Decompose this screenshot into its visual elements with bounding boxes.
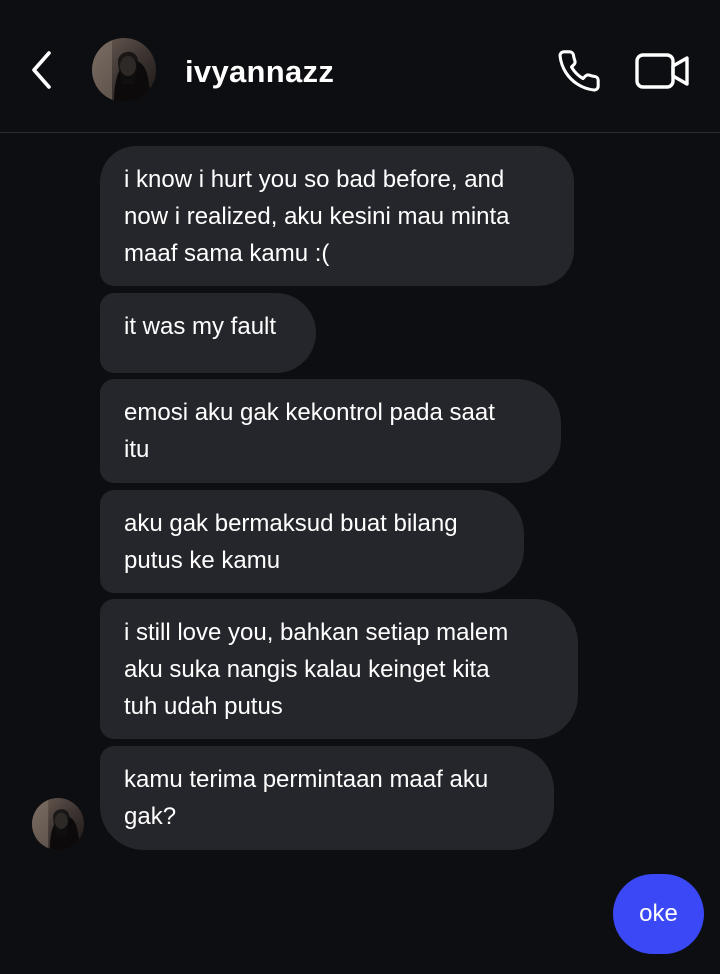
back-button[interactable] [22, 48, 62, 92]
sender-avatar[interactable] [32, 798, 84, 850]
avatar-photo [32, 798, 84, 850]
video-call-button[interactable] [630, 46, 694, 96]
message-line: aku gak bermaksud buat bilang [124, 510, 458, 537]
received-message[interactable]: kamu terima permintaan maaf aku gak? [100, 746, 554, 850]
message-line: gak? [124, 803, 177, 830]
video-camera-icon [635, 53, 689, 89]
message-line: tuh udah putus [124, 693, 283, 720]
message-line: now i realized, aku kesini mau minta [124, 203, 510, 230]
chat-header: ivyannazz [0, 0, 720, 133]
message-line: i know i hurt you so bad before, and [124, 166, 505, 193]
chat-username[interactable]: ivyannazz [185, 52, 334, 92]
call-button[interactable] [552, 46, 606, 96]
sent-message[interactable]: oke [613, 874, 704, 954]
message-line: i still love you, bahkan setiap malem [124, 619, 509, 646]
received-message[interactable]: i know i hurt you so bad before, and now… [100, 146, 574, 286]
message-line: itu [124, 436, 150, 463]
received-message[interactable]: aku gak bermaksud buat bilang putus ke k… [100, 490, 524, 593]
profile-avatar[interactable] [92, 38, 156, 102]
message-line: kamu terima permintaan maaf aku [124, 766, 489, 793]
message-line: maaf sama kamu :( [124, 240, 330, 267]
message-line: aku suka nangis kalau keinget kita [124, 656, 490, 683]
chevron-left-icon [32, 51, 51, 89]
message-line: putus ke kamu [124, 547, 281, 574]
message-line: emosi aku gak kekontrol pada saat [124, 399, 495, 426]
message-line: it was my fault [124, 313, 277, 340]
received-message[interactable]: i still love you, bahkan setiap malem ak… [100, 599, 578, 739]
message-line: oke [639, 900, 678, 927]
phone-icon [558, 50, 600, 92]
received-message[interactable]: emosi aku gak kekontrol pada saat itu [100, 379, 561, 483]
received-message[interactable]: it was my fault [100, 293, 316, 373]
avatar-photo [92, 38, 156, 102]
